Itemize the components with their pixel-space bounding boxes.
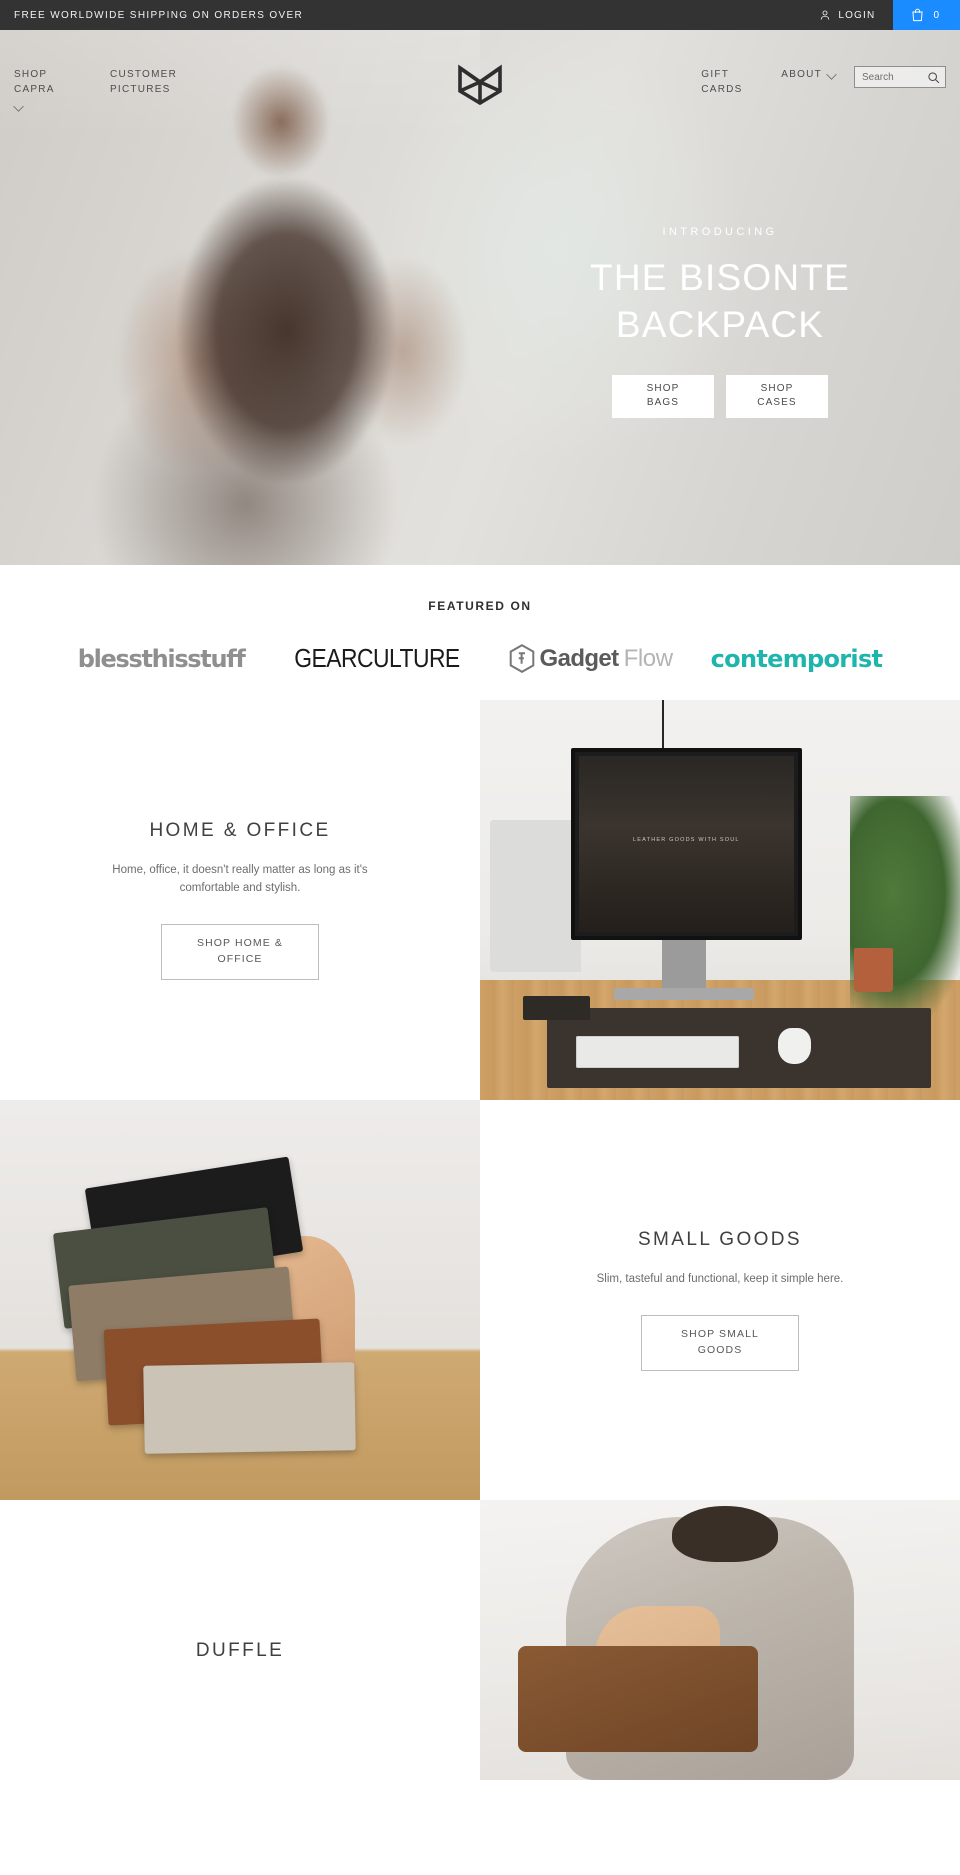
wallets-in-hand-photo	[0, 1100, 480, 1500]
press-logo-blessthisstuff[interactable]: blessthisstuff	[77, 644, 246, 673]
hero-button-line2: CASES	[757, 397, 797, 409]
desk-photo-layer: LEATHER GOODS WITH SOUL	[480, 700, 960, 1100]
promo-button-line1: SHOP SMALL	[681, 1328, 759, 1341]
potted-plant	[849, 796, 960, 1036]
leather-cup	[854, 948, 893, 992]
promo-button-line2: OFFICE	[217, 952, 263, 965]
press-logo-label-bold: Gadget	[539, 644, 620, 672]
featured-on-section: FEATURED ON blessthisstuff GEARCULTURE G…	[0, 565, 960, 700]
promo-row-home-office: HOME & OFFICE Home, office, it doesn't r…	[0, 700, 960, 1100]
press-logo-gadgetflow[interactable]: Gadget Flow	[509, 644, 673, 673]
press-logo-label: blessthisstuff	[77, 644, 246, 673]
monitor-stand	[662, 940, 706, 992]
hero-button-line1: SHOP	[646, 382, 680, 394]
model-head	[672, 1505, 778, 1562]
search-icon[interactable]	[927, 71, 940, 84]
leather-notebook	[523, 996, 591, 1020]
press-logo-gearculture[interactable]: GEARCULTURE	[283, 643, 471, 674]
hero-title-line2: BACKPACK	[615, 304, 825, 346]
hero-button-line2: BAGS	[646, 397, 680, 409]
hero-cta-group: SHOP BAGS SHOP CASES	[612, 374, 828, 418]
nav-item-about[interactable]: ABOUT	[781, 68, 837, 83]
hero-kicker: INTRODUCING	[662, 226, 778, 238]
external-monitor: LEATHER GOODS WITH SOUL	[571, 748, 802, 940]
shop-small-goods-button[interactable]: SHOP SMALL GOODS	[641, 1315, 799, 1371]
duffle-photo-layer	[480, 1500, 960, 1780]
monitor-base	[614, 988, 754, 1000]
shopping-bag-icon	[911, 8, 924, 22]
promo-row-small-goods: SMALL GOODS Slim, tasteful and functiona…	[0, 1100, 960, 1500]
cart-button[interactable]: 0	[893, 0, 960, 30]
wallet-stone	[143, 1362, 356, 1454]
search-box[interactable]	[854, 66, 946, 88]
hero-button-line1: SHOP	[760, 382, 794, 394]
screen-caption: LEATHER GOODS WITH SOUL	[633, 836, 740, 843]
capra-leather-logo[interactable]	[457, 64, 503, 106]
shop-bags-button[interactable]: SHOP BAGS	[612, 374, 714, 418]
duffle-bag-model-photo	[480, 1500, 960, 1780]
promo-title: HOME & OFFICE	[149, 820, 331, 842]
hero-copy: INTRODUCING THE BISONTE BACKPACK SHOP BA…	[480, 226, 960, 418]
press-logo-row: blessthisstuff GEARCULTURE Gadget Flow c…	[0, 643, 960, 674]
promo-text-home-office: HOME & OFFICE Home, office, it doesn't r…	[0, 700, 480, 1100]
login-link[interactable]: LOGIN	[801, 0, 893, 30]
featured-on-title: FEATURED ON	[428, 599, 532, 613]
announcement-actions: LOGIN 0	[801, 0, 960, 30]
announcement-bar: FREE WORLDWIDE SHIPPING ON ORDERS OVER L…	[0, 0, 960, 30]
mouse	[777, 1028, 812, 1064]
nav-item-gift-cards[interactable]: GIFT CARDS	[701, 68, 763, 97]
shop-cases-button[interactable]: SHOP CASES	[726, 374, 828, 418]
press-logo-label: contemporist	[710, 644, 883, 673]
nav-item-label: ABOUT	[781, 69, 822, 80]
promo-text-small-goods: SMALL GOODS Slim, tasteful and functiona…	[480, 1100, 960, 1500]
user-icon	[819, 9, 831, 21]
main-navigation: SHOP CAPRA CUSTOMER PICTURES GIFT CARDS	[0, 60, 960, 112]
monitor-screen: LEATHER GOODS WITH SOUL	[579, 756, 794, 932]
nav-item-label: GIFT CARDS	[701, 69, 743, 95]
hero-title-line1: THE BISONTE	[590, 257, 850, 298]
press-logo-label: GEARCULTURE	[293, 643, 460, 673]
promo-text-duffle: DUFFLE	[0, 1500, 480, 1780]
promo-button-line1: SHOP HOME &	[196, 937, 283, 950]
login-label: LOGIN	[838, 9, 876, 21]
wallets-photo-layer	[0, 1100, 480, 1500]
promo-description: Slim, tasteful and functional, keep it s…	[596, 1273, 844, 1286]
nav-item-label: CUSTOMER PICTURES	[110, 69, 178, 95]
shop-home-office-button[interactable]: SHOP HOME & OFFICE	[161, 924, 319, 980]
chevron-down-icon	[826, 69, 837, 80]
homepage: FREE WORLDWIDE SHIPPING ON ORDERS OVER L…	[0, 0, 960, 1875]
desk-setup-photo: LEATHER GOODS WITH SOUL	[480, 700, 960, 1100]
press-logo-contemporist[interactable]: contemporist	[711, 645, 883, 673]
hexagon-f-icon	[509, 644, 535, 673]
promo-row-duffle: DUFFLE	[0, 1500, 960, 1780]
duffle-bag	[518, 1645, 759, 1752]
nav-right-group: GIFT CARDS ABOUT	[330, 66, 960, 97]
keyboard	[576, 1036, 740, 1068]
announcement-message: FREE WORLDWIDE SHIPPING ON ORDERS OVER	[14, 9, 304, 21]
press-logo-label-light: Flow	[623, 644, 673, 672]
nav-left-group: SHOP CAPRA CUSTOMER PICTURES	[0, 68, 330, 112]
imac-computer	[489, 820, 581, 972]
hero-banner: SHOP CAPRA CUSTOMER PICTURES GIFT CARDS	[0, 30, 960, 565]
chevron-down-icon	[13, 101, 24, 112]
nav-item-customer-pictures[interactable]: CUSTOMER PICTURES	[110, 68, 178, 97]
nav-item-label: SHOP CAPRA	[14, 69, 55, 95]
promo-description: Home, office, it doesn't really matter a…	[112, 864, 368, 895]
cart-count: 0	[933, 9, 940, 21]
promo-title: SMALL GOODS	[637, 1229, 802, 1251]
promo-button-line2: GOODS	[697, 1343, 743, 1356]
promo-title: DUFFLE	[195, 1640, 285, 1661]
nav-item-shop-capra[interactable]: SHOP CAPRA	[13, 68, 84, 112]
